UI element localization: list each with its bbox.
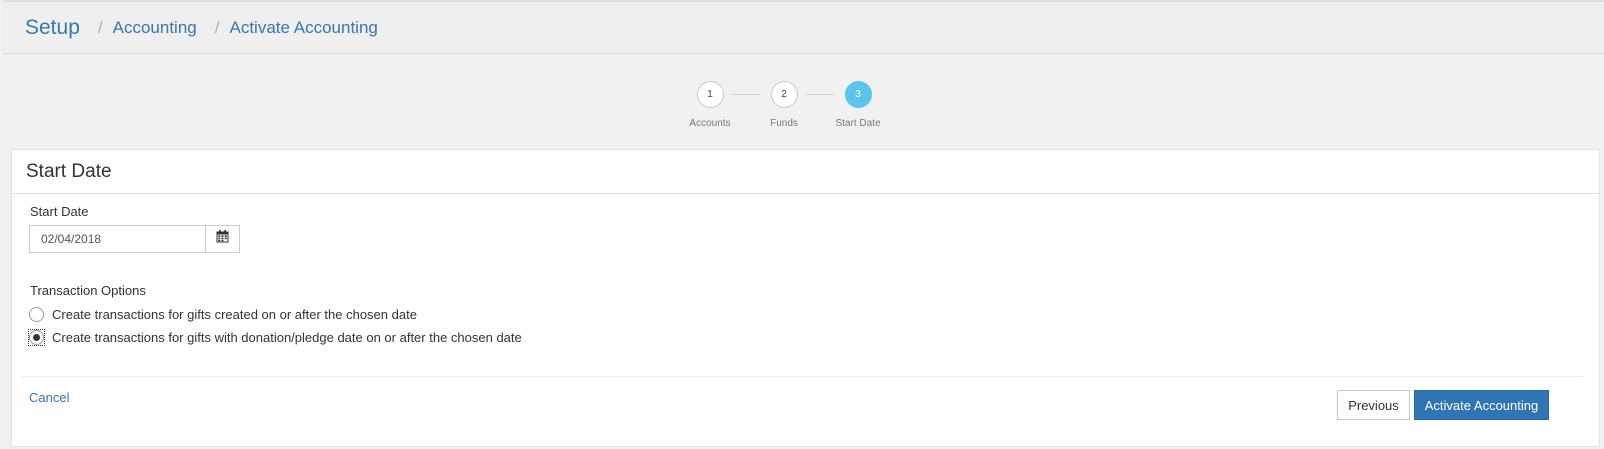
breadcrumb: Setup / Accounting / Activate Accounting — [3, 0, 1604, 54]
start-date-input[interactable] — [29, 225, 205, 253]
footer-divider — [21, 376, 1583, 377]
wizard-step-start-date: 3 Start Date — [808, 81, 908, 129]
step-number: 2 — [770, 81, 798, 108]
start-date-card: Start Date Start Date 02/04/2018 Transac… — [11, 149, 1600, 447]
card-title: Start Date — [12, 150, 1599, 194]
previous-button[interactable]: Previous — [1337, 390, 1410, 420]
activate-accounting-button[interactable]: Activate Accounting — [1414, 390, 1549, 420]
radio-donation-pledge-date[interactable] — [29, 330, 44, 345]
step-label: Start Date — [835, 118, 881, 129]
transaction-options-label: Transaction Options — [30, 283, 146, 298]
start-date-group — [29, 225, 240, 253]
calendar-button[interactable] — [205, 225, 240, 253]
calendar-icon — [216, 230, 229, 248]
page: Setup / Accounting / Activate Accounting… — [0, 0, 1604, 449]
start-date-label: Start Date — [30, 204, 89, 219]
option-donation-pledge-date-label: Create transactions for gifts with donat… — [52, 330, 522, 345]
radio-created-date[interactable] — [29, 307, 44, 322]
radio-focus-outline — [28, 329, 45, 346]
step-number-active: 3 — [844, 81, 872, 108]
breadcrumb-setup[interactable]: Setup — [25, 16, 80, 40]
breadcrumb-separator: / — [97, 17, 103, 37]
option-created-date-label: Create transactions for gifts created on… — [52, 307, 417, 322]
option-donation-pledge-date[interactable]: Create transactions for gifts with donat… — [28, 329, 522, 346]
cancel-link[interactable]: Cancel — [29, 390, 69, 405]
step-number: 1 — [696, 81, 724, 108]
breadcrumb-accounting[interactable]: Accounting — [113, 18, 197, 38]
breadcrumb-separator: / — [214, 17, 220, 37]
breadcrumb-activate-accounting[interactable]: Activate Accounting — [229, 18, 377, 38]
option-created-date[interactable]: Create transactions for gifts created on… — [29, 307, 417, 322]
wizard-steps: 1 Accounts 2 Funds 3 Start Date — [0, 81, 1604, 141]
